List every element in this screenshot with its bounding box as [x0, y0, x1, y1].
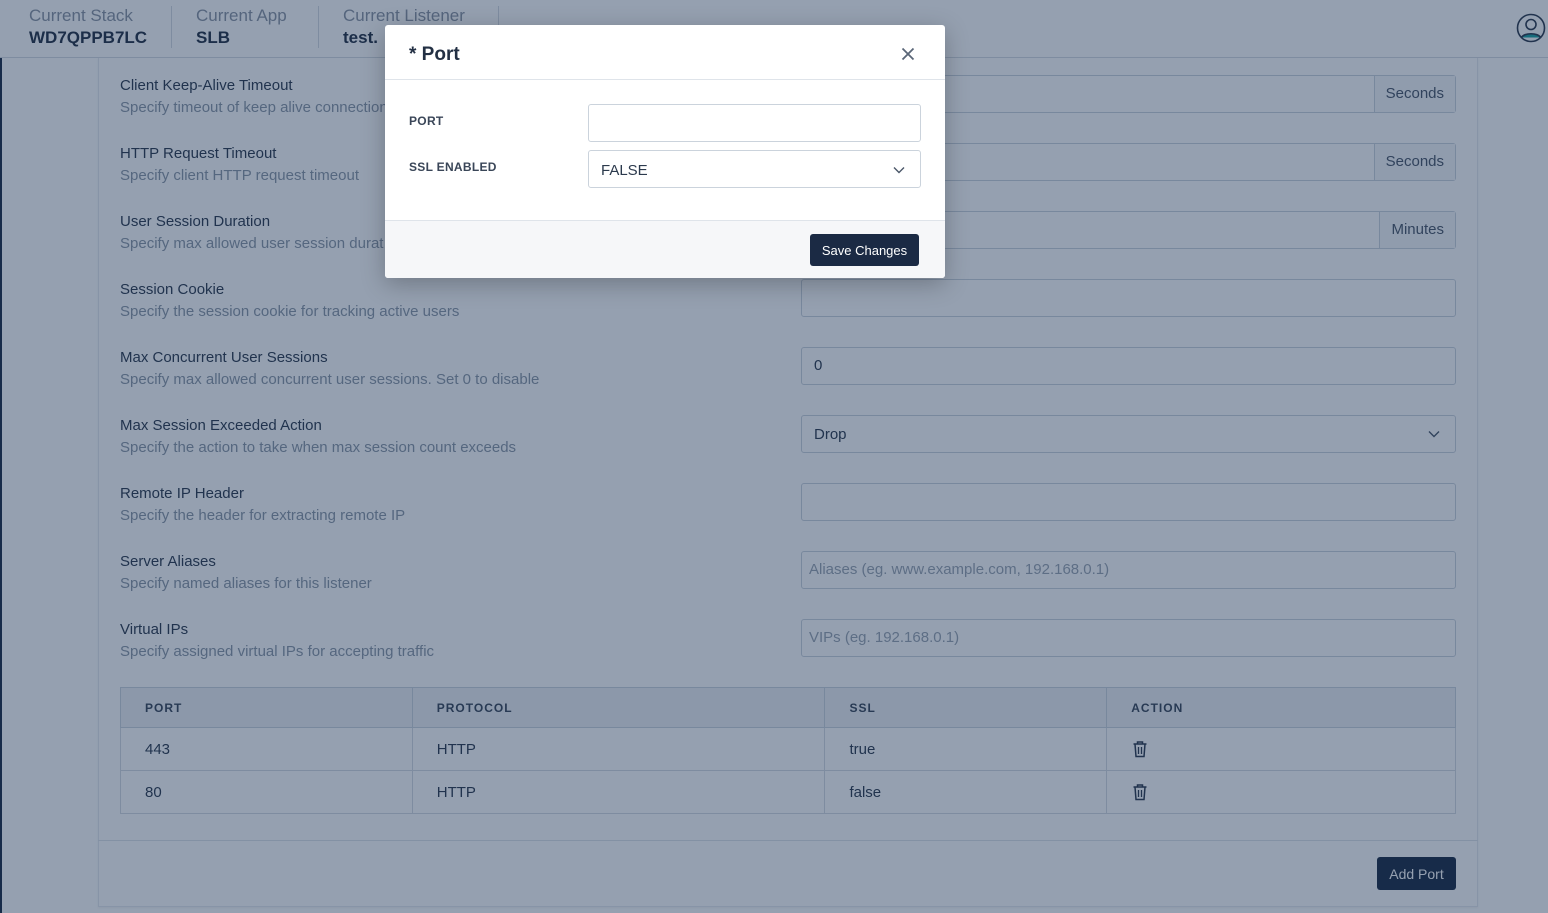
chevron-down-icon — [893, 167, 905, 174]
save-changes-button[interactable]: Save Changes — [810, 234, 919, 266]
modal-footer: Save Changes — [385, 220, 945, 278]
port-field-label: PORT — [409, 114, 444, 128]
port-modal: * Port PORT SSL ENABLED FALSE Save Chang… — [385, 25, 945, 278]
modal-title: * Port — [409, 44, 460, 65]
modal-header: * Port — [385, 25, 945, 80]
close-icon[interactable] — [901, 47, 915, 61]
port-input[interactable] — [588, 104, 921, 142]
ssl-enabled-label: SSL ENABLED — [409, 160, 497, 174]
ssl-enabled-select[interactable]: FALSE — [588, 150, 921, 188]
select-value: FALSE — [601, 162, 648, 179]
